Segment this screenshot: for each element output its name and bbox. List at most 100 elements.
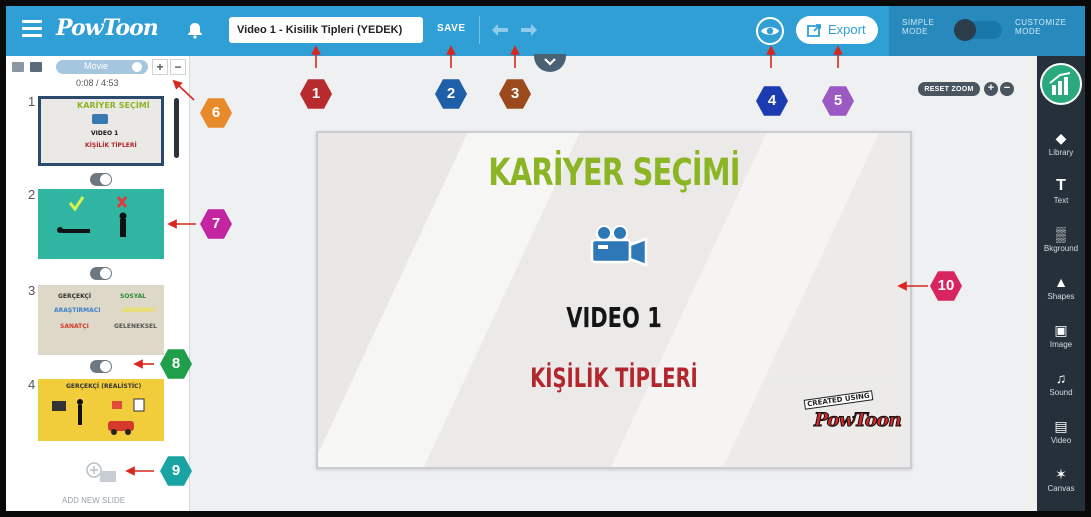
tool-label: Video xyxy=(1050,436,1072,445)
app-window: PowToon SAVE Export SIMPLE mode CUSTOMIZ… xyxy=(0,0,1091,517)
slide-subtitle-2[interactable]: KİŞİLİK TİPLERİ xyxy=(401,363,827,394)
export-button[interactable]: Export xyxy=(796,16,878,44)
thumb-subtitle2: KİŞİLİK TİPLERİ xyxy=(85,142,137,149)
thumb-cell: SOSYAL xyxy=(120,293,146,300)
redo-icon[interactable] xyxy=(519,22,539,38)
thumb-cell: GERÇEKÇİ xyxy=(58,293,92,300)
marker-6: 6 xyxy=(200,98,232,128)
image-tool[interactable]: ▣ Image xyxy=(1037,316,1085,364)
thumb-cell: SANATÇI xyxy=(60,323,89,330)
thumb-cell: GELENEKSEL xyxy=(114,323,157,330)
slide-canvas[interactable]: KARİYER SEÇİMİ VIDEO 1 KİŞİLİK TİPLERİ C… xyxy=(316,131,912,469)
thumb-title: KARİYER SEÇİMİ xyxy=(77,101,150,110)
created-using-badge: CREATED USING PowToon xyxy=(802,390,903,445)
top-bar: PowToon SAVE Export SIMPLE mode CUSTOMIZ… xyxy=(6,6,1085,56)
tool-label: Canvas xyxy=(1047,484,1075,493)
add-new-slide-icon[interactable] xyxy=(84,461,120,485)
slide-thumbnail-2[interactable] xyxy=(38,189,164,259)
dropdown-tab[interactable] xyxy=(534,54,566,72)
export-icon xyxy=(807,24,821,37)
slide-thumbnail-4[interactable]: GERÇEKÇİ (REALİSTİC) xyxy=(38,379,164,441)
text-icon: T xyxy=(1056,177,1066,194)
transition-toggle[interactable] xyxy=(90,173,112,186)
stats-button[interactable] xyxy=(1040,63,1082,105)
slide-number: 2 xyxy=(28,187,36,202)
app-logo[interactable]: PowToon xyxy=(56,15,159,41)
text-tool[interactable]: T Text xyxy=(1037,172,1085,220)
remove-slide-minus-button[interactable]: − xyxy=(170,59,186,75)
tool-label: Image xyxy=(1049,340,1073,349)
video-camera-icon[interactable] xyxy=(582,223,654,275)
thumb-subtitle: VIDEO 1 xyxy=(91,130,119,137)
save-button[interactable]: SAVE xyxy=(437,23,466,34)
transition-toggle[interactable] xyxy=(90,267,112,280)
add-slide-plus-button[interactable]: + xyxy=(152,59,168,75)
list-view-icon[interactable] xyxy=(30,62,42,72)
marker-10: 10 xyxy=(930,271,962,301)
video-tool[interactable]: ▤ Video xyxy=(1037,412,1085,460)
library-tool[interactable]: ◆ Library xyxy=(1037,124,1085,172)
customize-mode-label[interactable]: CUSTOMIZE mode xyxy=(1015,18,1075,36)
image-icon: ▣ xyxy=(1054,322,1068,338)
eye-icon xyxy=(761,27,779,35)
hamburger-menu-icon[interactable] xyxy=(22,20,42,38)
marker-4: 4 xyxy=(756,86,788,116)
canvas-tool[interactable]: ✶ Canvas xyxy=(1037,460,1085,508)
mode-switcher: SIMPLE mode CUSTOMIZE mode xyxy=(889,6,1085,56)
timecode: 0:08 / 4:53 xyxy=(76,78,119,88)
transition-toggle[interactable] xyxy=(90,360,112,373)
grid-view-icon[interactable] xyxy=(12,62,24,72)
cube-icon: ◆ xyxy=(1055,130,1067,146)
tool-label: Shapes xyxy=(1047,292,1075,301)
simple-mode-label[interactable]: SIMPLE mode xyxy=(902,18,948,36)
slide-thumbnail-1[interactable]: KARİYER SEÇİMİ VIDEO 1 KİŞİLİK TİPLERİ xyxy=(38,96,164,166)
slide-title[interactable]: KARİYER SEÇİMİ xyxy=(383,151,845,194)
mode-toggle[interactable] xyxy=(954,19,1002,41)
camera-icon xyxy=(92,114,108,124)
marker-1: 1 xyxy=(300,79,332,109)
slide-thumbnail-3[interactable]: GERÇEKÇİ SOSYAL ARAŞTIRMACI GİRİŞİMCİ SA… xyxy=(38,285,164,355)
right-toolbar: ◆ Library T Text ▒ Bkground ▲ Shapes ▣ Image … xyxy=(1037,56,1085,511)
add-new-slide-label[interactable]: ADD NEW SLIDE xyxy=(62,496,125,505)
badge-logo: PowToon xyxy=(814,409,903,432)
video-icon: ▤ xyxy=(1054,418,1068,434)
bar-chart-icon xyxy=(1049,72,1071,95)
export-label: Export xyxy=(828,22,866,37)
tool-label: Bkground xyxy=(1043,244,1079,253)
tool-label: Sound xyxy=(1049,388,1073,397)
zoom-out-button[interactable]: − xyxy=(1000,82,1014,96)
sound-tool[interactable]: ♫ Sound xyxy=(1037,364,1085,412)
canvas-icon: ✶ xyxy=(1055,466,1067,482)
scrollbar[interactable] xyxy=(174,98,179,158)
slides-panel: Movie + − 0:08 / 4:53 1 KARİYER SEÇİMİ V… xyxy=(6,56,190,511)
marker-5: 5 xyxy=(822,86,854,116)
marker-2: 2 xyxy=(435,79,467,109)
preview-button[interactable] xyxy=(756,17,784,45)
tool-label: Text xyxy=(1053,196,1069,205)
movie-label: Movie xyxy=(84,61,109,71)
tool-label: Library xyxy=(1048,148,1074,157)
bell-icon[interactable] xyxy=(186,21,204,39)
slide-number: 1 xyxy=(28,94,36,109)
title-input[interactable] xyxy=(229,17,423,43)
thumb-cell: GİRİŞİMCİ xyxy=(122,307,156,314)
shapes-icon: ▲ xyxy=(1054,274,1068,290)
thumb-cell: ARAŞTIRMACI xyxy=(54,307,101,314)
chevron-down-icon xyxy=(544,58,556,66)
slide-number: 3 xyxy=(28,283,36,298)
divider xyxy=(479,16,480,44)
zoom-in-button[interactable]: + xyxy=(984,82,998,96)
shapes-tool[interactable]: ▲ Shapes xyxy=(1037,268,1085,316)
slide-number: 4 xyxy=(28,377,36,392)
checkmark-icon xyxy=(57,196,128,237)
marker-3: 3 xyxy=(499,79,531,109)
movie-mode-toggle[interactable]: Movie xyxy=(56,60,148,74)
slide-subtitle[interactable]: VIDEO 1 xyxy=(392,301,836,334)
background-tool[interactable]: ▒ Bkground xyxy=(1037,220,1085,268)
reset-zoom-button[interactable]: RESET ZOOM xyxy=(918,82,980,96)
music-icon: ♫ xyxy=(1055,370,1067,386)
undo-icon[interactable] xyxy=(490,22,510,38)
checker-icon: ▒ xyxy=(1056,226,1066,242)
marker-7: 7 xyxy=(200,209,232,239)
illustration-icon xyxy=(52,398,145,435)
